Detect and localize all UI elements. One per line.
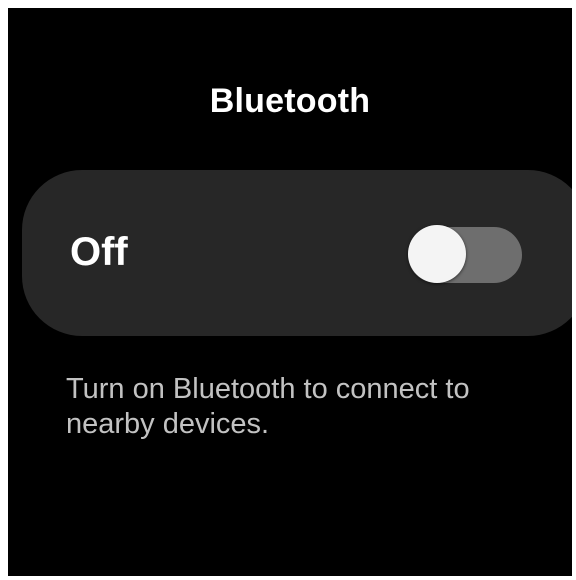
bluetooth-state-label: Off [70, 230, 128, 274]
switch-thumb [408, 225, 466, 283]
bluetooth-description: Turn on Bluetooth to connect to nearby d… [66, 373, 470, 440]
bluetooth-switch[interactable] [408, 225, 522, 285]
bluetooth-toggle-row[interactable]: Off [22, 170, 572, 336]
watch-screen: Bluetooth Off Turn on Bluetooth to conne… [8, 8, 572, 576]
page-title: Bluetooth [209, 82, 371, 120]
